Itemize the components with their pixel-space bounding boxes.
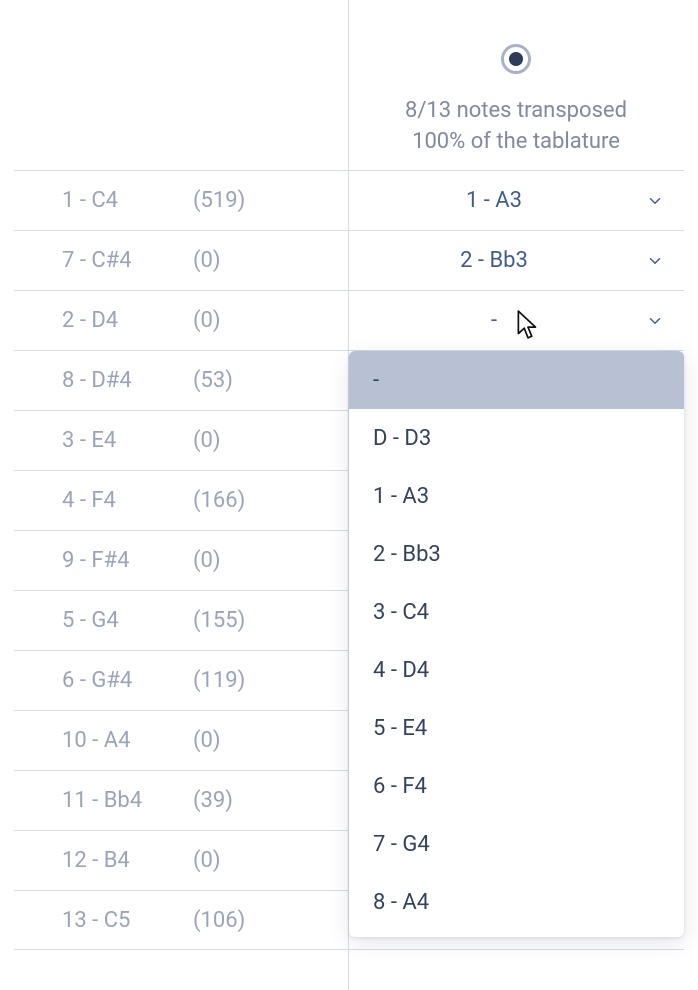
source-note: 13 - C5 xyxy=(14,908,189,933)
target-value: 2 - Bb3 xyxy=(460,248,528,273)
source-note: 12 - B4 xyxy=(14,848,189,873)
dropdown-option[interactable]: 1 - A3 xyxy=(349,467,684,525)
source-note: 3 - E4 xyxy=(14,428,189,453)
source-note: 5 - G4 xyxy=(14,608,189,633)
source-note: 6 - G#4 xyxy=(14,668,189,693)
dropdown-option[interactable]: D - D3 xyxy=(349,409,684,467)
note-count: (155) xyxy=(189,608,348,633)
table-row: 1 - C4 (519) 1 - A3 xyxy=(14,170,684,230)
target-value: - xyxy=(491,308,497,333)
target-select[interactable]: 2 - Bb3 xyxy=(348,248,684,273)
note-count: (0) xyxy=(189,248,348,273)
note-count: (0) xyxy=(189,428,348,453)
target-dropdown[interactable]: - D - D3 1 - A3 2 - Bb3 3 - C4 4 - D4 5 … xyxy=(349,351,684,937)
note-count: (119) xyxy=(189,668,348,693)
dropdown-option[interactable]: 4 - D4 xyxy=(349,641,684,699)
dropdown-option[interactable]: 8 - A4 xyxy=(349,873,684,931)
dropdown-option[interactable]: 2 - Bb3 xyxy=(349,525,684,583)
target-select[interactable]: 1 - A3 xyxy=(348,188,684,213)
target-value: 1 - A3 xyxy=(466,188,522,213)
note-count: (53) xyxy=(189,368,348,393)
source-note: 4 - F4 xyxy=(14,488,189,513)
target-select[interactable]: - xyxy=(348,308,684,333)
source-note: 11 - Bb4 xyxy=(14,788,189,813)
note-count: (166) xyxy=(189,488,348,513)
dropdown-option[interactable]: 7 - G4 xyxy=(349,815,684,873)
dropdown-option[interactable]: 5 - E4 xyxy=(349,699,684,757)
note-count: (0) xyxy=(189,308,348,333)
note-count: (0) xyxy=(189,548,348,573)
transpose-radio[interactable] xyxy=(501,44,531,74)
source-note: 7 - C#4 xyxy=(14,248,189,273)
note-count: (519) xyxy=(189,188,348,213)
source-note: 2 - D4 xyxy=(14,308,189,333)
transpose-summary: 8/13 notes transposed 100% of the tablat… xyxy=(405,96,627,158)
chevron-down-icon xyxy=(646,192,664,210)
header-left-spacer xyxy=(14,0,348,170)
coverage-percent: 100% of the tablature xyxy=(405,127,627,158)
dropdown-option[interactable]: 3 - C4 xyxy=(349,583,684,641)
note-count: (0) xyxy=(189,848,348,873)
source-note: 10 - A4 xyxy=(14,728,189,753)
table-row: 7 - C#4 (0) 2 - Bb3 xyxy=(14,230,684,290)
dropdown-option[interactable]: 6 - F4 xyxy=(349,757,684,815)
dropdown-option[interactable]: - xyxy=(349,351,684,409)
note-count: (39) xyxy=(189,788,348,813)
transposed-count: 8/13 notes transposed xyxy=(405,96,627,127)
note-count: (0) xyxy=(189,728,348,753)
chevron-down-icon xyxy=(646,312,664,330)
source-note: 9 - F#4 xyxy=(14,548,189,573)
radio-dot-icon xyxy=(509,52,523,66)
source-note: 1 - C4 xyxy=(14,188,189,213)
header: 8/13 notes transposed 100% of the tablat… xyxy=(14,0,684,170)
chevron-down-icon xyxy=(646,252,664,270)
table-row: 2 - D4 (0) - xyxy=(14,290,684,350)
note-count: (106) xyxy=(189,908,348,933)
source-note: 8 - D#4 xyxy=(14,368,189,393)
